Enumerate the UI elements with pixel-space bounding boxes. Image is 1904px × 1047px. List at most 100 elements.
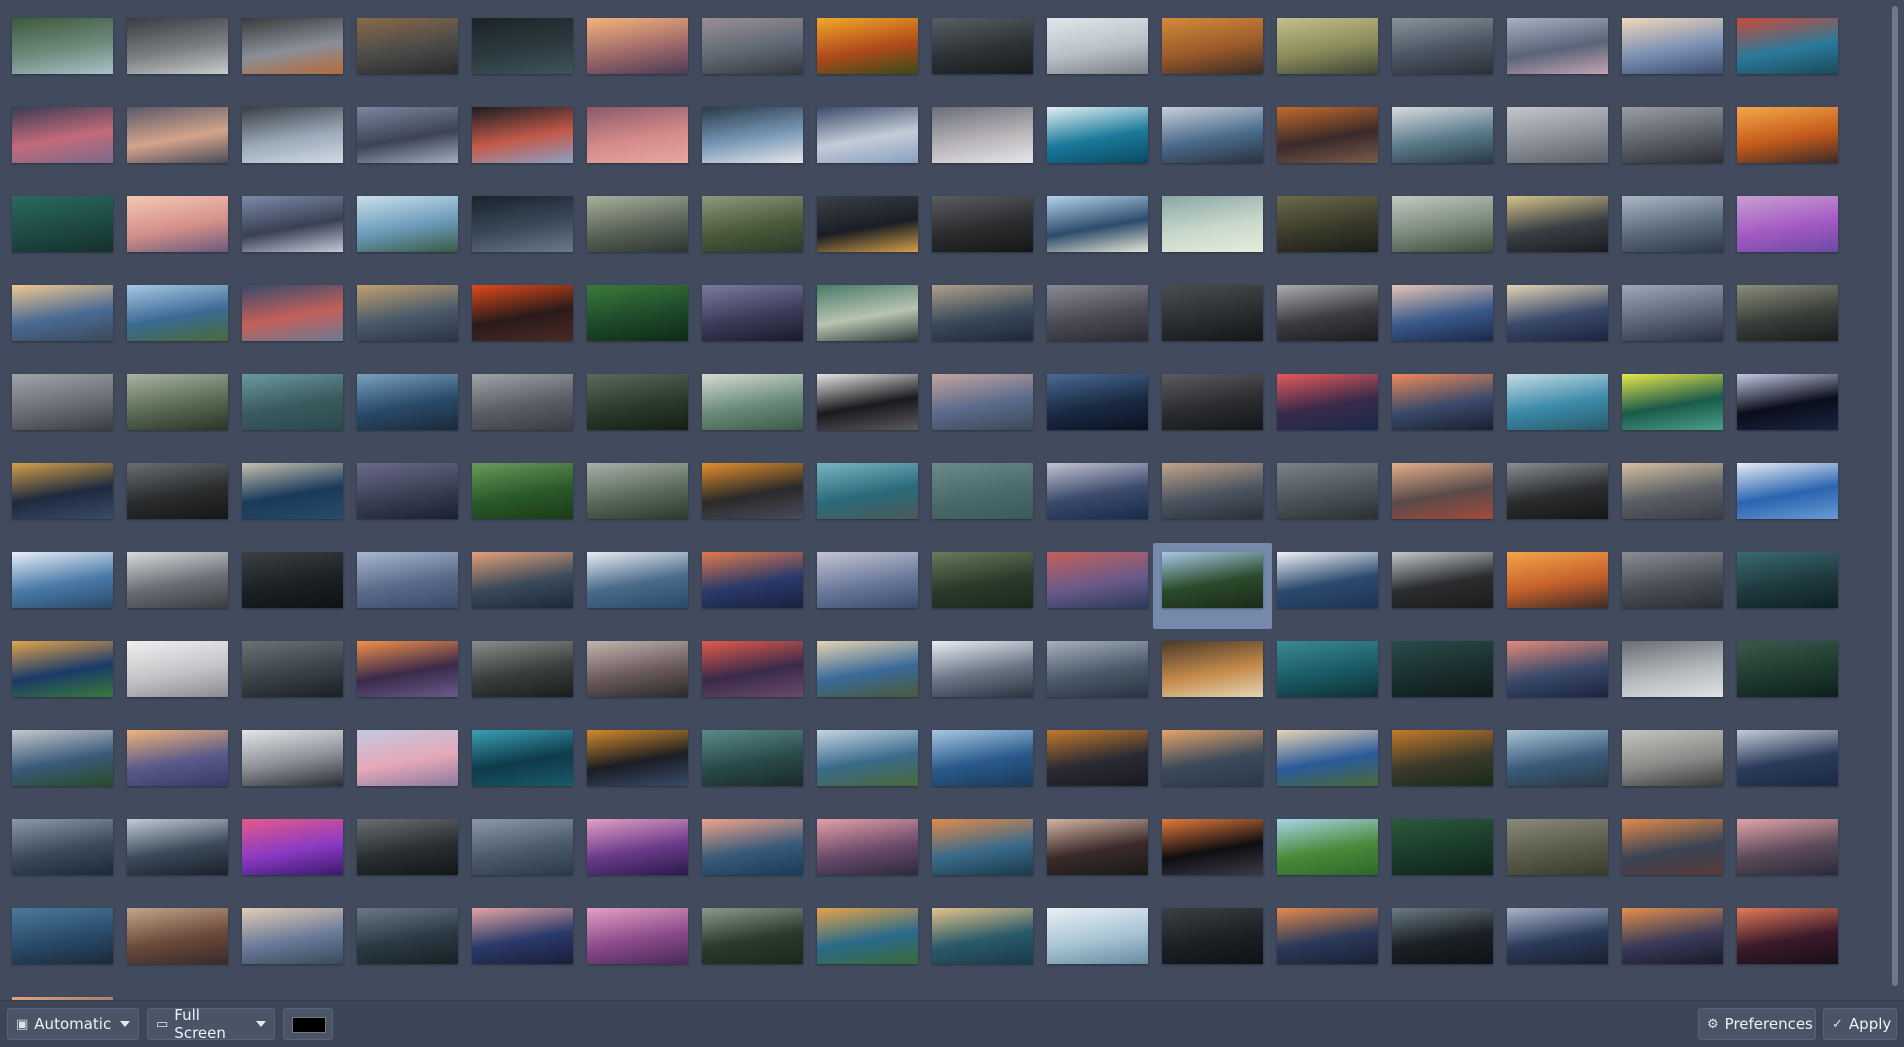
- wallpaper-thumbnail[interactable]: [817, 463, 918, 519]
- wallpaper-thumbnail[interactable]: [817, 374, 918, 430]
- wallpaper-thumbnail[interactable]: [1507, 107, 1608, 163]
- wallpaper-thumbnail[interactable]: [1507, 908, 1608, 964]
- wallpaper-thumbnail[interactable]: [587, 374, 688, 430]
- wallpaper-thumbnail[interactable]: [817, 730, 918, 786]
- wallpaper-thumbnail[interactable]: [472, 374, 573, 430]
- wallpaper-thumbnail[interactable]: [242, 730, 343, 786]
- wallpaper-thumbnail[interactable]: [1162, 730, 1263, 786]
- wallpaper-thumbnail[interactable]: [1622, 18, 1723, 74]
- wallpaper-thumbnail[interactable]: [1277, 374, 1378, 430]
- wallpaper-thumbnail[interactable]: [1737, 196, 1838, 252]
- wallpaper-thumbnail[interactable]: [12, 641, 113, 697]
- wallpaper-thumbnail[interactable]: [242, 908, 343, 964]
- wallpaper-thumbnail[interactable]: [242, 819, 343, 875]
- wallpaper-thumbnail[interactable]: [357, 730, 458, 786]
- wallpaper-thumbnail[interactable]: [1392, 730, 1493, 786]
- wallpaper-thumbnail[interactable]: [12, 463, 113, 519]
- wallpaper-thumbnail[interactable]: [1162, 196, 1263, 252]
- wallpaper-thumbnail[interactable]: [357, 18, 458, 74]
- wallpaper-thumbnail[interactable]: [932, 730, 1033, 786]
- wallpaper-thumbnail[interactable]: [702, 730, 803, 786]
- wallpaper-thumbnail[interactable]: [1507, 641, 1608, 697]
- wallpaper-thumbnail[interactable]: [1737, 374, 1838, 430]
- wallpaper-thumbnail[interactable]: [1507, 18, 1608, 74]
- wallpaper-thumbnail[interactable]: [1737, 908, 1838, 964]
- wallpaper-thumbnail[interactable]: [702, 18, 803, 74]
- wallpaper-thumbnail[interactable]: [357, 374, 458, 430]
- wallpaper-thumbnail[interactable]: [1277, 641, 1378, 697]
- wallpaper-thumbnail[interactable]: [1047, 463, 1148, 519]
- wallpaper-thumbnail[interactable]: [1392, 463, 1493, 519]
- wallpaper-thumbnail[interactable]: [357, 285, 458, 341]
- wallpaper-thumbnail[interactable]: [932, 552, 1033, 608]
- wallpaper-thumbnail[interactable]: [702, 285, 803, 341]
- wallpaper-thumbnail[interactable]: [1162, 374, 1263, 430]
- wallpaper-thumbnail[interactable]: [1047, 374, 1148, 430]
- wallpaper-thumbnail[interactable]: [12, 374, 113, 430]
- wallpaper-thumbnail[interactable]: [1277, 552, 1378, 608]
- wallpaper-thumbnail[interactable]: [1507, 463, 1608, 519]
- wallpaper-thumbnail[interactable]: [127, 552, 228, 608]
- wallpaper-thumbnail[interactable]: [1047, 819, 1148, 875]
- wallpaper-thumbnail[interactable]: [1622, 730, 1723, 786]
- wallpaper-thumbnail[interactable]: [472, 18, 573, 74]
- wallpaper-thumbnail[interactable]: [1507, 374, 1608, 430]
- wallpaper-thumbnail[interactable]: [1277, 18, 1378, 74]
- wallpaper-thumbnail[interactable]: [1622, 819, 1723, 875]
- wallpaper-thumbnail[interactable]: [12, 285, 113, 341]
- wallpaper-thumbnail[interactable]: [127, 730, 228, 786]
- wallpaper-thumbnail[interactable]: [1507, 552, 1608, 608]
- wallpaper-thumbnail[interactable]: [12, 18, 113, 74]
- wallpaper-thumbnail[interactable]: [1622, 552, 1723, 608]
- wallpaper-thumbnail[interactable]: [817, 552, 918, 608]
- position-mode-dropdown[interactable]: ▣ Automatic: [7, 1008, 139, 1040]
- wallpaper-thumbnail[interactable]: [932, 908, 1033, 964]
- wallpaper-thumbnail[interactable]: [1507, 819, 1608, 875]
- wallpaper-thumbnail[interactable]: [1507, 196, 1608, 252]
- wallpaper-thumbnail[interactable]: [1162, 285, 1263, 341]
- wallpaper-thumbnail[interactable]: [1392, 18, 1493, 74]
- wallpaper-thumbnail[interactable]: [12, 107, 113, 163]
- wallpaper-thumbnail[interactable]: [357, 552, 458, 608]
- wallpaper-thumbnail[interactable]: [1392, 641, 1493, 697]
- wallpaper-thumbnail[interactable]: [1737, 285, 1838, 341]
- wallpaper-thumbnail[interactable]: [1392, 908, 1493, 964]
- wallpaper-thumbnail[interactable]: [1162, 107, 1263, 163]
- wallpaper-thumbnail[interactable]: [242, 374, 343, 430]
- wallpaper-thumbnail[interactable]: [242, 552, 343, 608]
- wallpaper-thumbnail[interactable]: [1507, 285, 1608, 341]
- wallpaper-thumbnail[interactable]: [1047, 285, 1148, 341]
- wallpaper-thumbnail[interactable]: [702, 107, 803, 163]
- wallpaper-thumbnail[interactable]: [1047, 908, 1148, 964]
- wallpaper-thumbnail[interactable]: [357, 107, 458, 163]
- wallpaper-thumbnail[interactable]: [1622, 107, 1723, 163]
- wallpaper-thumbnail[interactable]: [242, 18, 343, 74]
- preferences-button[interactable]: ⚙ Preferences: [1698, 1008, 1816, 1040]
- wallpaper-thumbnail[interactable]: [242, 285, 343, 341]
- wallpaper-thumbnail[interactable]: [932, 18, 1033, 74]
- wallpaper-thumbnail[interactable]: [472, 641, 573, 697]
- wallpaper-thumbnail[interactable]: [702, 552, 803, 608]
- wallpaper-thumbnail[interactable]: [1622, 908, 1723, 964]
- wallpaper-thumbnail[interactable]: [1162, 819, 1263, 875]
- wallpaper-thumbnail[interactable]: [1047, 18, 1148, 74]
- wallpaper-thumbnail[interactable]: [817, 641, 918, 697]
- vertical-scrollbar[interactable]: [1892, 6, 1898, 986]
- wallpaper-thumbnail[interactable]: [127, 819, 228, 875]
- wallpaper-thumbnail[interactable]: [587, 285, 688, 341]
- wallpaper-thumbnail[interactable]: [1392, 819, 1493, 875]
- wallpaper-thumbnail[interactable]: [1507, 730, 1608, 786]
- wallpaper-thumbnail[interactable]: [472, 730, 573, 786]
- wallpaper-thumbnail[interactable]: [817, 908, 918, 964]
- wallpaper-thumbnail[interactable]: [1737, 730, 1838, 786]
- wallpaper-thumbnail[interactable]: [932, 196, 1033, 252]
- wallpaper-thumbnail[interactable]: [932, 285, 1033, 341]
- wallpaper-thumbnail[interactable]: [472, 552, 573, 608]
- wallpaper-thumbnail[interactable]: [932, 819, 1033, 875]
- wallpaper-thumbnail[interactable]: [472, 196, 573, 252]
- wallpaper-thumbnail[interactable]: [932, 374, 1033, 430]
- wallpaper-thumbnail[interactable]: [127, 107, 228, 163]
- wallpaper-thumbnail[interactable]: [357, 463, 458, 519]
- wallpaper-thumbnail[interactable]: [1737, 819, 1838, 875]
- wallpaper-thumbnail[interactable]: [242, 107, 343, 163]
